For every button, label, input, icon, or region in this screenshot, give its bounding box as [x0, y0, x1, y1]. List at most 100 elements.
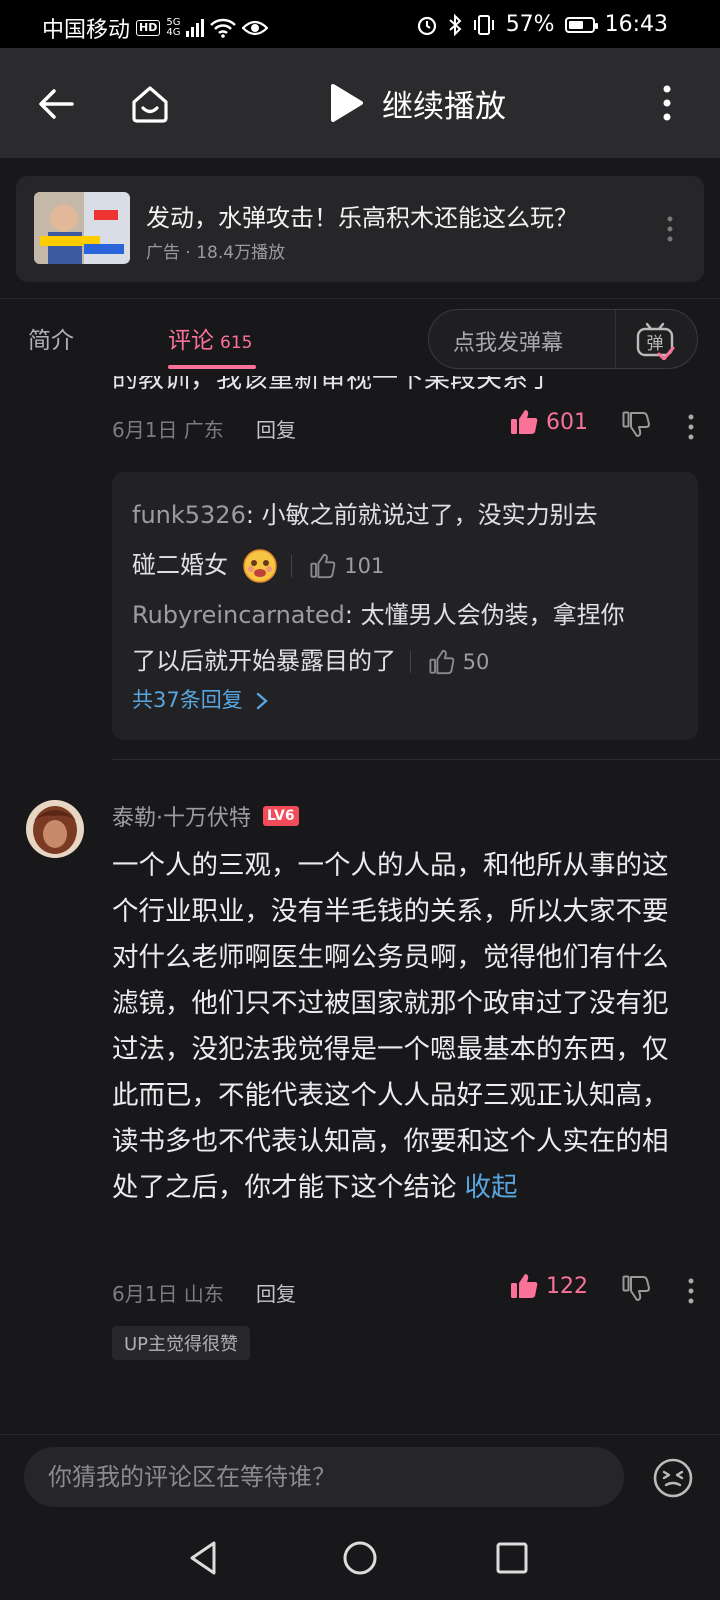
comment-text-partial: 的教训，我该重新审视一下某段关系了 — [112, 376, 555, 394]
reply-preview-box[interactable]: funk5326: 小敏之前就说过了，没实力别去 碰二婚女 101 Rubyre… — [112, 472, 698, 740]
circle-home-icon — [343, 1541, 377, 1575]
reply-item: Rubyreincarnated: 太懂男人会伪装，拿捏你 — [132, 592, 625, 638]
dislike-button[interactable] — [622, 410, 650, 443]
comment-input[interactable] — [24, 1447, 624, 1507]
reply-item: funk5326: 小敏之前就说过了，没实力别去 — [132, 492, 598, 538]
up-liked-badge: UP主觉得很赞 — [112, 1326, 251, 1360]
battery-icon — [564, 16, 598, 33]
nav-back-button[interactable] — [184, 1538, 224, 1578]
svg-text:弹: 弹 — [647, 334, 664, 354]
thumbs-up-icon — [429, 649, 454, 675]
reply-text: : 太懂男人会伪装，拿捏你 — [344, 601, 625, 629]
nav-recents-button[interactable] — [492, 1538, 532, 1578]
danmu-input[interactable]: 点我发弹幕 — [453, 325, 563, 357]
reply-button[interactable]: 回复 — [256, 1278, 296, 1307]
home-icon — [132, 86, 168, 123]
tab-comments[interactable]: 评论 615 — [168, 321, 252, 355]
thumbs-up-icon — [310, 553, 336, 579]
square-recents-icon — [496, 1542, 528, 1574]
ad-title: 发动，水弹攻击！乐高积木还能这么玩？ — [146, 204, 578, 232]
like-count: 601 — [546, 409, 588, 435]
ad-meta: 广告 · 18.4万播放 — [146, 243, 286, 263]
comment-date: 6月1日 广东 — [112, 418, 224, 442]
thumbs-up-icon — [511, 410, 538, 434]
reply-like-count: 101 — [344, 554, 385, 578]
ad-thumbnail — [34, 192, 130, 264]
ad-section: 发动，水弹攻击！乐高积木还能这么玩？ 广告 · 18.4万播放 — [0, 158, 720, 298]
comment-list: 的教训，我该重新审视一下某段关系了 6月1日 广东 回复 601 funk532… — [0, 376, 720, 1434]
reply-username[interactable]: Rubyreincarnated — [132, 601, 345, 629]
system-nav-bar — [0, 1518, 720, 1600]
vibrate-icon — [473, 14, 494, 35]
clock: 16:43 — [604, 12, 668, 37]
more-vertical-icon — [688, 414, 694, 440]
active-tab-indicator — [168, 365, 256, 369]
reply-like-button[interactable]: 50 — [409, 639, 490, 685]
like-button[interactable]: 122 — [510, 1272, 588, 1300]
reply-username[interactable]: funk5326 — [132, 501, 246, 529]
emoji-sticker-icon — [242, 549, 277, 583]
comments-count: 615 — [220, 333, 253, 353]
reply-like-button[interactable]: 101 — [291, 543, 384, 589]
danmu-icon: 弹 — [636, 322, 675, 362]
reply-text: 碰二婚女 — [132, 551, 228, 579]
back-button[interactable] — [28, 76, 84, 132]
reply-text: : 小敏之前就说过了，没实力别去 — [245, 501, 598, 529]
ad-more-button[interactable] — [660, 214, 680, 244]
tab-comments-label: 评论 — [168, 328, 214, 354]
danmu-toggle-button[interactable]: 弹 — [635, 320, 675, 362]
comment-more-button[interactable] — [686, 1278, 696, 1309]
comment-more-button[interactable] — [686, 414, 696, 445]
like-count: 122 — [546, 1273, 588, 1299]
level-badge: LV6 — [263, 806, 299, 826]
more-vertical-icon — [688, 1278, 694, 1304]
tab-bar: 简介 评论 615 点我发弹幕 弹 — [0, 298, 720, 377]
thumbs-down-icon — [622, 1275, 650, 1301]
danmu-divider — [615, 310, 616, 368]
comment-divider — [112, 759, 720, 760]
alarm-icon — [417, 16, 436, 35]
avatar[interactable] — [26, 800, 84, 858]
video-header: 继续播放 — [0, 48, 720, 158]
bluetooth-icon — [449, 13, 462, 36]
chevron-right-icon — [257, 692, 269, 710]
comment-date: 6月1日 山东 — [112, 1282, 224, 1306]
thumbs-down-icon — [622, 411, 650, 437]
battery-percent: 57% — [505, 12, 555, 37]
continue-play-label: 继续播放 — [382, 88, 506, 125]
reply-item-continued: 了以后就开始暴露目的了 50 — [132, 638, 489, 685]
triangle-back-icon — [190, 1541, 216, 1575]
more-vertical-icon — [663, 85, 671, 121]
dislike-button[interactable] — [622, 1274, 650, 1307]
emoji-icon — [653, 1458, 693, 1498]
play-icon — [331, 84, 363, 122]
danmu-box: 点我发弹幕 弹 — [428, 309, 698, 369]
username-label: 泰勒·十万伏特 — [112, 806, 251, 831]
ad-card[interactable]: 发动，水弹攻击！乐高积木还能这么玩？ 广告 · 18.4万播放 — [16, 176, 704, 282]
view-all-replies-link[interactable]: 共37条回复 — [132, 684, 269, 714]
comment-meta: 6月1日 山东 回复 122 — [112, 1272, 702, 1312]
more-vertical-icon — [667, 216, 673, 242]
reply-like-count: 50 — [462, 650, 490, 674]
reply-button[interactable]: 回复 — [256, 414, 296, 443]
network-type: 5G 4G — [166, 17, 181, 38]
comment-text: 一个人的三观，一个人的人品，和他所从事的这个行业职业，没有半毛钱的关系，所以大家… — [112, 843, 672, 1211]
tab-intro[interactable]: 简介 — [28, 321, 74, 355]
collapse-link[interactable]: 收起 — [465, 1172, 518, 1203]
wifi-icon — [210, 18, 237, 38]
continue-play-button[interactable]: 继续播放 — [330, 78, 506, 128]
comment-input-bar — [0, 1434, 720, 1519]
hd-icon: HD — [136, 20, 161, 36]
eye-icon — [242, 20, 269, 36]
signal-icon — [186, 19, 205, 37]
nav-home-button[interactable] — [340, 1538, 380, 1578]
home-button[interactable] — [122, 76, 178, 132]
more-options-button[interactable] — [642, 78, 692, 128]
reply-text: 了以后就开始暴露目的了 — [132, 647, 396, 675]
emoji-button[interactable] — [652, 1457, 694, 1499]
reply-item-continued: 碰二婚女 101 — [132, 542, 384, 589]
thumbs-up-icon — [511, 1274, 538, 1298]
like-button[interactable]: 601 — [510, 408, 588, 436]
comment-username[interactable]: 泰勒·十万伏特 LV6 — [112, 800, 299, 832]
carrier-label: 中国移动 — [42, 18, 131, 43]
